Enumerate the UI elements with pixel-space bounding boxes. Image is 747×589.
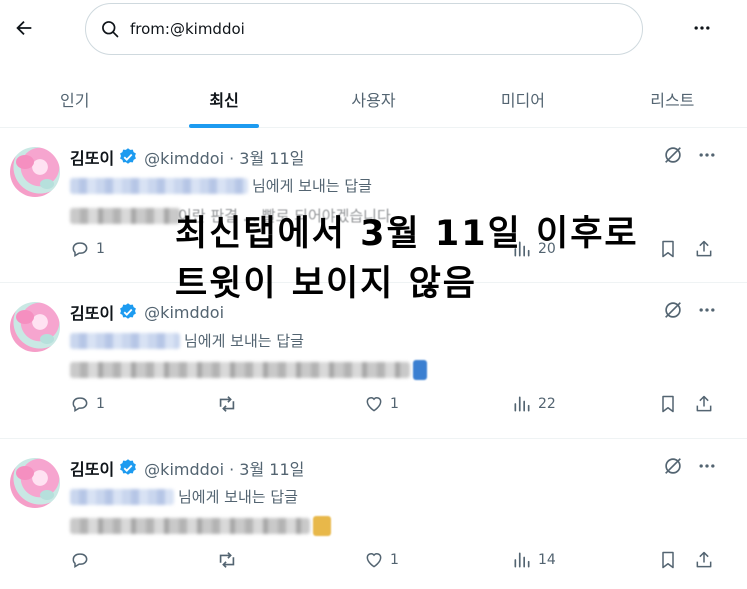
views-button[interactable]: 14: [512, 548, 556, 572]
tweet-actions: 1 1 22: [70, 392, 720, 416]
author-handle[interactable]: @kimddoi · 3월 11일: [144, 145, 304, 169]
search-input[interactable]: from:@kimddoi: [85, 3, 643, 55]
redacted-mention: [70, 332, 180, 349]
grok-button[interactable]: [660, 142, 686, 168]
share-icon: [696, 395, 712, 412]
grok-icon: [665, 147, 681, 163]
back-button[interactable]: [10, 14, 38, 42]
reply-count: 1: [96, 396, 105, 412]
avatar[interactable]: [10, 147, 60, 197]
tweet-actions: 1 14: [70, 548, 720, 572]
retweet-button[interactable]: [216, 548, 244, 572]
annotation-line-1: 최신탭에서 3월 11일 이후로: [175, 214, 639, 254]
tab-media[interactable]: 미디어: [448, 70, 597, 127]
tweet[interactable]: 김또이 @kimddoi · 3월 11일 님에게 보내는 답글 1 14: [0, 440, 747, 589]
redacted-text: [70, 207, 180, 224]
tweet-text: [70, 360, 427, 380]
reply-context: 님에게 보내는 답글: [70, 175, 372, 196]
back-arrow-icon: [16, 20, 32, 36]
tweet-header: 김또이 @kimddoi · 3월 11일: [70, 456, 304, 480]
bookmark-button[interactable]: [658, 392, 678, 416]
reply-button[interactable]: [70, 548, 96, 572]
reply-context: 님에게 보내는 답글: [70, 486, 298, 507]
author-name[interactable]: 김또이: [70, 300, 114, 324]
redacted-emoji: [313, 516, 331, 536]
more-options-button[interactable]: [688, 14, 716, 42]
author-name[interactable]: 김또이: [70, 145, 114, 169]
top-bar: from:@kimddoi: [0, 0, 747, 58]
tweet-header: 김또이 @kimddoi · 3월 11일: [70, 145, 304, 169]
bookmark-icon: [662, 551, 674, 569]
more-icon: [699, 153, 715, 157]
reply-to-label: 님에게 보내는 답글: [178, 488, 298, 506]
redacted-emoji: [413, 360, 427, 380]
redacted-text: [70, 362, 410, 378]
verified-badge-icon: [120, 303, 137, 319]
views-count: 14: [538, 552, 556, 568]
like-button[interactable]: 1: [364, 392, 399, 416]
reply-icon: [72, 397, 88, 412]
reply-icon: [72, 242, 88, 257]
tweet[interactable]: 김또이 @kimddoi · 3월 11일 님에게 보내는 답글 이란 판결 .…: [0, 129, 747, 283]
retweet-icon: [219, 552, 235, 568]
tweet[interactable]: 김또이 @kimddoi 님에게 보내는 답글 1 1 22: [0, 284, 747, 439]
more-icon: [694, 26, 710, 30]
reply-icon: [72, 553, 88, 568]
retweet-icon: [219, 396, 235, 412]
search-icon: [102, 21, 119, 38]
more-icon: [699, 464, 715, 468]
bookmark-icon: [662, 395, 674, 413]
share-icon: [696, 551, 712, 568]
author-name[interactable]: 김또이: [70, 456, 114, 480]
verified-badge-icon: [120, 459, 137, 475]
reply-button[interactable]: 1: [70, 392, 105, 416]
views-button[interactable]: 22: [512, 392, 556, 416]
reply-count: 1: [96, 241, 105, 257]
avatar[interactable]: [10, 302, 60, 352]
bookmark-button[interactable]: [658, 548, 678, 572]
views-icon: [514, 396, 530, 412]
tab-latest[interactable]: 최신: [149, 70, 298, 128]
reply-to-label: 님에게 보내는 답글: [184, 332, 304, 350]
grok-button[interactable]: [660, 453, 686, 479]
search-tabs: 인기 최신 사용자 미디어 리스트: [0, 70, 747, 128]
reply-to-label: 님에게 보내는 답글: [252, 177, 372, 195]
tab-lists[interactable]: 리스트: [598, 70, 747, 127]
redacted-mention: [70, 177, 248, 194]
more-button[interactable]: [694, 142, 720, 168]
reply-context: 님에게 보내는 답글: [70, 330, 304, 351]
tab-top[interactable]: 인기: [0, 70, 149, 127]
like-count: 1: [390, 396, 399, 412]
search-query: from:@kimddoi: [130, 20, 245, 38]
redacted-mention: [70, 488, 174, 505]
author-handle[interactable]: @kimddoi: [144, 303, 224, 322]
tweet-text: [70, 516, 331, 536]
like-count: 1: [390, 552, 399, 568]
more-button[interactable]: [694, 453, 720, 479]
verified-badge-icon: [120, 148, 137, 164]
share-button[interactable]: [694, 548, 714, 572]
grok-icon: [665, 458, 681, 474]
annotation-line-2: 트윗이 보이지 않음: [175, 264, 477, 304]
like-button[interactable]: 1: [364, 548, 399, 572]
views-icon: [514, 552, 530, 568]
reply-button[interactable]: 1: [70, 237, 105, 261]
retweet-button[interactable]: [216, 392, 244, 416]
tab-people[interactable]: 사용자: [299, 70, 448, 127]
like-icon: [366, 553, 382, 568]
author-handle[interactable]: @kimddoi · 3월 11일: [144, 456, 304, 480]
share-button[interactable]: [694, 392, 714, 416]
views-count: 22: [538, 396, 556, 412]
avatar[interactable]: [10, 458, 60, 508]
like-icon: [366, 397, 382, 412]
redacted-text: [70, 518, 310, 534]
